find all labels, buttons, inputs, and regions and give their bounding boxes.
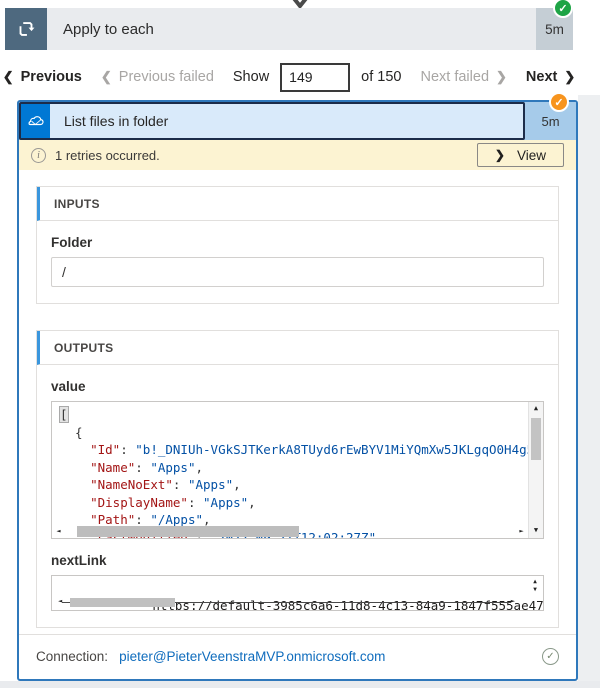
nextlink-field-label: nextLink xyxy=(51,553,544,568)
nextlink-vertical-scrollbar[interactable]: ▲ ▼ xyxy=(528,578,542,594)
scroll-up-arrow[interactable]: ▲ xyxy=(529,402,543,416)
view-label: View xyxy=(517,148,546,163)
connection-label: Connection: xyxy=(36,649,108,664)
list-files-in-folder-card: List files in folder 5m i 1 retries occu… xyxy=(17,100,578,681)
horizontal-scrollbar[interactable]: ◄ ► xyxy=(52,525,528,538)
connection-account-link[interactable]: pieter@PieterVeenstraMVP.onmicrosoft.com xyxy=(119,649,385,664)
info-icon: i xyxy=(31,148,46,163)
code-line: "NameNoExt": "Apps", xyxy=(60,476,525,494)
outputs-value-code-viewer[interactable]: [ { "Id": "b!_DNIUh-VGkSJTKerkA8TUyd6rEw… xyxy=(51,401,544,539)
next-label: Next xyxy=(526,69,557,85)
pagination-previous-button[interactable]: ❮ Previous xyxy=(3,69,82,85)
inputs-section-content: Folder / xyxy=(37,221,558,303)
previous-failed-label: Previous failed xyxy=(119,69,214,85)
show-label: Show xyxy=(233,69,269,85)
nextlink-horizontal-scrollbar[interactable]: ◄ ► xyxy=(58,598,515,607)
folder-field-label: Folder xyxy=(51,235,544,250)
nextlink-code-viewer[interactable]: https://default-3985c6a6-11d8-4c13-84a9-… xyxy=(51,575,544,611)
scroll-left-arrow[interactable]: ◄ xyxy=(52,525,65,538)
horizontal-scroll-thumb[interactable] xyxy=(77,526,299,537)
onedrive-cloud-icon xyxy=(21,104,50,138)
code-line: "DisplayName": "Apps", xyxy=(60,494,525,512)
warning-status-badge: ✓ xyxy=(549,92,569,112)
code-line: { xyxy=(60,424,525,442)
of-total-label: of 150 xyxy=(361,69,401,85)
scroll-down-arrow[interactable]: ▼ xyxy=(529,524,543,538)
connection-footer: Connection: pieter@PieterVeenstraMVP.onm… xyxy=(19,634,576,679)
view-retries-button[interactable]: ❯ View xyxy=(477,143,564,167)
code-content: [ { "Id": "b!_DNIUh-VGkSJTKerkA8TUyd6rEw… xyxy=(60,406,525,539)
code-line: "Id": "b!_DNIUh-VGkSJTKerkA8TUyd6rEwBYV1… xyxy=(60,441,525,459)
next-failed-label: Next failed xyxy=(421,69,490,85)
folder-value: / xyxy=(62,264,66,280)
folder-input[interactable]: / xyxy=(51,257,544,287)
outputs-section: OUTPUTS value [ { "Id": "b!_DNIUh-VGkSJT… xyxy=(36,330,559,628)
value-field-label: value xyxy=(51,379,544,394)
background-gutter-bottom xyxy=(0,681,600,688)
action-card-header[interactable]: List files in folder 5m xyxy=(19,102,576,140)
pagination-next-failed-button[interactable]: Next failed ❯ xyxy=(421,69,507,85)
retry-message: 1 retries occurred. xyxy=(55,148,160,163)
pagination-previous-failed-button[interactable]: ❮ Previous failed xyxy=(101,69,214,85)
chevron-left-icon: ❮ xyxy=(101,69,112,85)
inputs-section: INPUTS Folder / xyxy=(36,186,559,304)
scroll-right-arrow[interactable]: ► xyxy=(515,525,528,538)
inputs-section-header: INPUTS xyxy=(37,187,558,221)
chevron-left-icon: ❮ xyxy=(3,69,14,85)
pagination-next-button[interactable]: Next ❯ xyxy=(526,69,575,85)
apply-to-each-card-header[interactable]: Apply to each 5m xyxy=(5,8,573,50)
code-line: [ xyxy=(60,406,525,424)
vertical-scrollbar[interactable]: ▲ ▼ xyxy=(528,402,543,538)
connection-valid-check-icon: ✓ xyxy=(542,648,559,665)
code-line: "Name": "Apps", xyxy=(60,459,525,477)
previous-label: Previous xyxy=(21,69,82,85)
chevron-right-icon: ❯ xyxy=(496,69,507,85)
flow-run-panel: Apply to each 5m ✓ ❮ Previous ❮ Previous… xyxy=(0,0,600,688)
outputs-section-content: value [ { "Id": "b!_DNIUh-VGkSJTKerkA8TU… xyxy=(37,365,558,627)
scroll-right-arrow[interactable]: ► xyxy=(511,597,515,605)
chevron-right-icon: ❯ xyxy=(495,148,505,162)
outputs-section-header: OUTPUTS xyxy=(37,331,558,365)
check-icon: ✓ xyxy=(558,2,567,15)
retry-banner: i 1 retries occurred. ❯ View xyxy=(19,140,576,170)
background-gutter xyxy=(578,95,600,688)
apply-to-each-title: Apply to each xyxy=(47,8,536,50)
iteration-number-input[interactable] xyxy=(280,63,350,92)
iteration-pagination: ❮ Previous ❮ Previous failed Show of 150… xyxy=(0,60,578,94)
apply-to-each-loop-icon xyxy=(5,8,47,50)
action-card-body: INPUTS Folder / OUTPUTS value [ { "Id": … xyxy=(19,170,576,634)
action-title: List files in folder xyxy=(50,104,523,138)
scroll-down-arrow[interactable]: ▼ xyxy=(533,586,537,594)
chevron-right-icon: ❯ xyxy=(564,69,575,85)
scroll-left-arrow[interactable]: ◄ xyxy=(58,597,62,605)
vertical-scroll-thumb[interactable] xyxy=(531,418,541,460)
check-icon: ✓ xyxy=(554,96,563,109)
action-selected-outline[interactable]: List files in folder xyxy=(19,102,525,140)
scroll-up-arrow[interactable]: ▲ xyxy=(533,578,537,586)
check-icon: ✓ xyxy=(546,651,554,662)
horizontal-scroll-thumb[interactable] xyxy=(70,598,175,607)
